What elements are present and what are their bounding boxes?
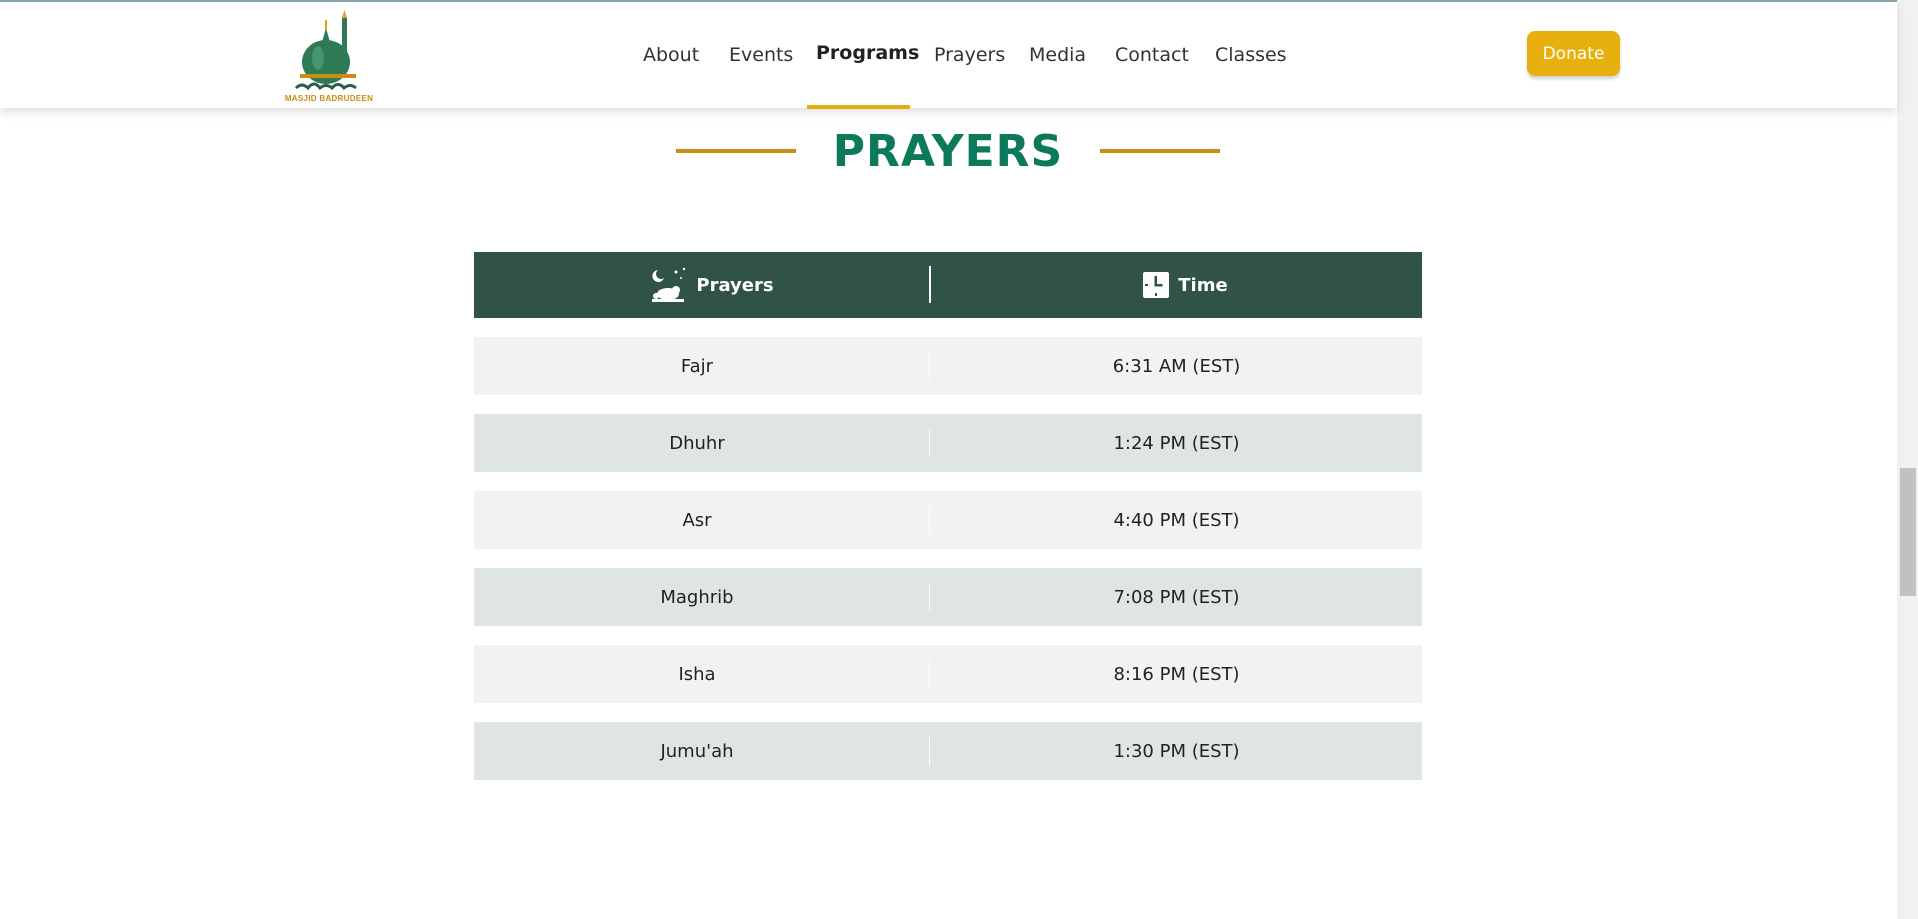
nav-about[interactable]: About [643, 44, 699, 66]
prayer-time: 7:08 PM (EST) [1113, 586, 1240, 608]
nav-programs[interactable]: Programs [816, 42, 919, 64]
prayer-name: Maghrib [660, 586, 734, 608]
section-heading: PRAYERS [0, 118, 1897, 188]
header-time: Time [948, 252, 1422, 318]
prayer-time: 1:24 PM (EST) [1113, 432, 1240, 454]
nav-classes[interactable]: Classes [1215, 44, 1287, 66]
table-header: Prayers Time [474, 252, 1422, 318]
row-divider [929, 352, 930, 380]
table-row: Fajr 6:31 AM (EST) [474, 337, 1422, 395]
title-decoration-left [676, 149, 796, 153]
table-row: Jumu'ah 1:30 PM (EST) [474, 722, 1422, 780]
prayer-time: 6:31 AM (EST) [1112, 355, 1241, 377]
prayer-times-table: Prayers Time Fajr 6:31 AM (EST) Dhuhr 1:… [474, 252, 1422, 780]
header-divider [929, 266, 931, 303]
header-prayers: Prayers [474, 252, 948, 318]
row-divider [929, 506, 930, 534]
section-title: PRAYERS [832, 126, 1064, 177]
title-decoration-right [1100, 149, 1220, 153]
nav-contact[interactable]: Contact [1115, 44, 1189, 66]
table-row: Isha 8:16 PM (EST) [474, 645, 1422, 703]
prayer-name: Isha [678, 663, 716, 685]
prayer-name: Asr [682, 509, 712, 531]
nav-events[interactable]: Events [729, 44, 793, 66]
praying-person-icon [652, 267, 686, 302]
prayer-name: Dhuhr [669, 432, 725, 454]
prayer-time: 8:16 PM (EST) [1113, 663, 1240, 685]
header-time-label: Time [1178, 274, 1228, 296]
table-row: Dhuhr 1:24 PM (EST) [474, 414, 1422, 472]
nav-prayers[interactable]: Prayers [934, 44, 1005, 66]
page: MASJID BADRUDEEN About Events Programs P… [0, 0, 1918, 919]
site-header: MASJID BADRUDEEN About Events Programs P… [0, 2, 1897, 109]
scrollbar-thumb[interactable] [1900, 468, 1916, 596]
nav-media[interactable]: Media [1029, 44, 1086, 66]
row-divider [929, 660, 930, 688]
prayer-time: 1:30 PM (EST) [1113, 740, 1240, 762]
donate-button[interactable]: Donate [1527, 31, 1620, 76]
row-divider [929, 429, 930, 457]
prayer-name: Fajr [680, 355, 714, 377]
prayer-name: Jumu'ah [660, 740, 734, 762]
header-prayers-label: Prayers [696, 274, 774, 296]
clock-icon [1143, 272, 1170, 298]
vertical-scrollbar[interactable] [1897, 0, 1918, 919]
prayer-time: 4:40 PM (EST) [1113, 509, 1240, 531]
table-row: Asr 4:40 PM (EST) [474, 491, 1422, 549]
row-divider [929, 737, 930, 765]
active-nav-indicator [807, 105, 910, 109]
row-divider [929, 583, 930, 611]
table-row: Maghrib 7:08 PM (EST) [474, 568, 1422, 626]
